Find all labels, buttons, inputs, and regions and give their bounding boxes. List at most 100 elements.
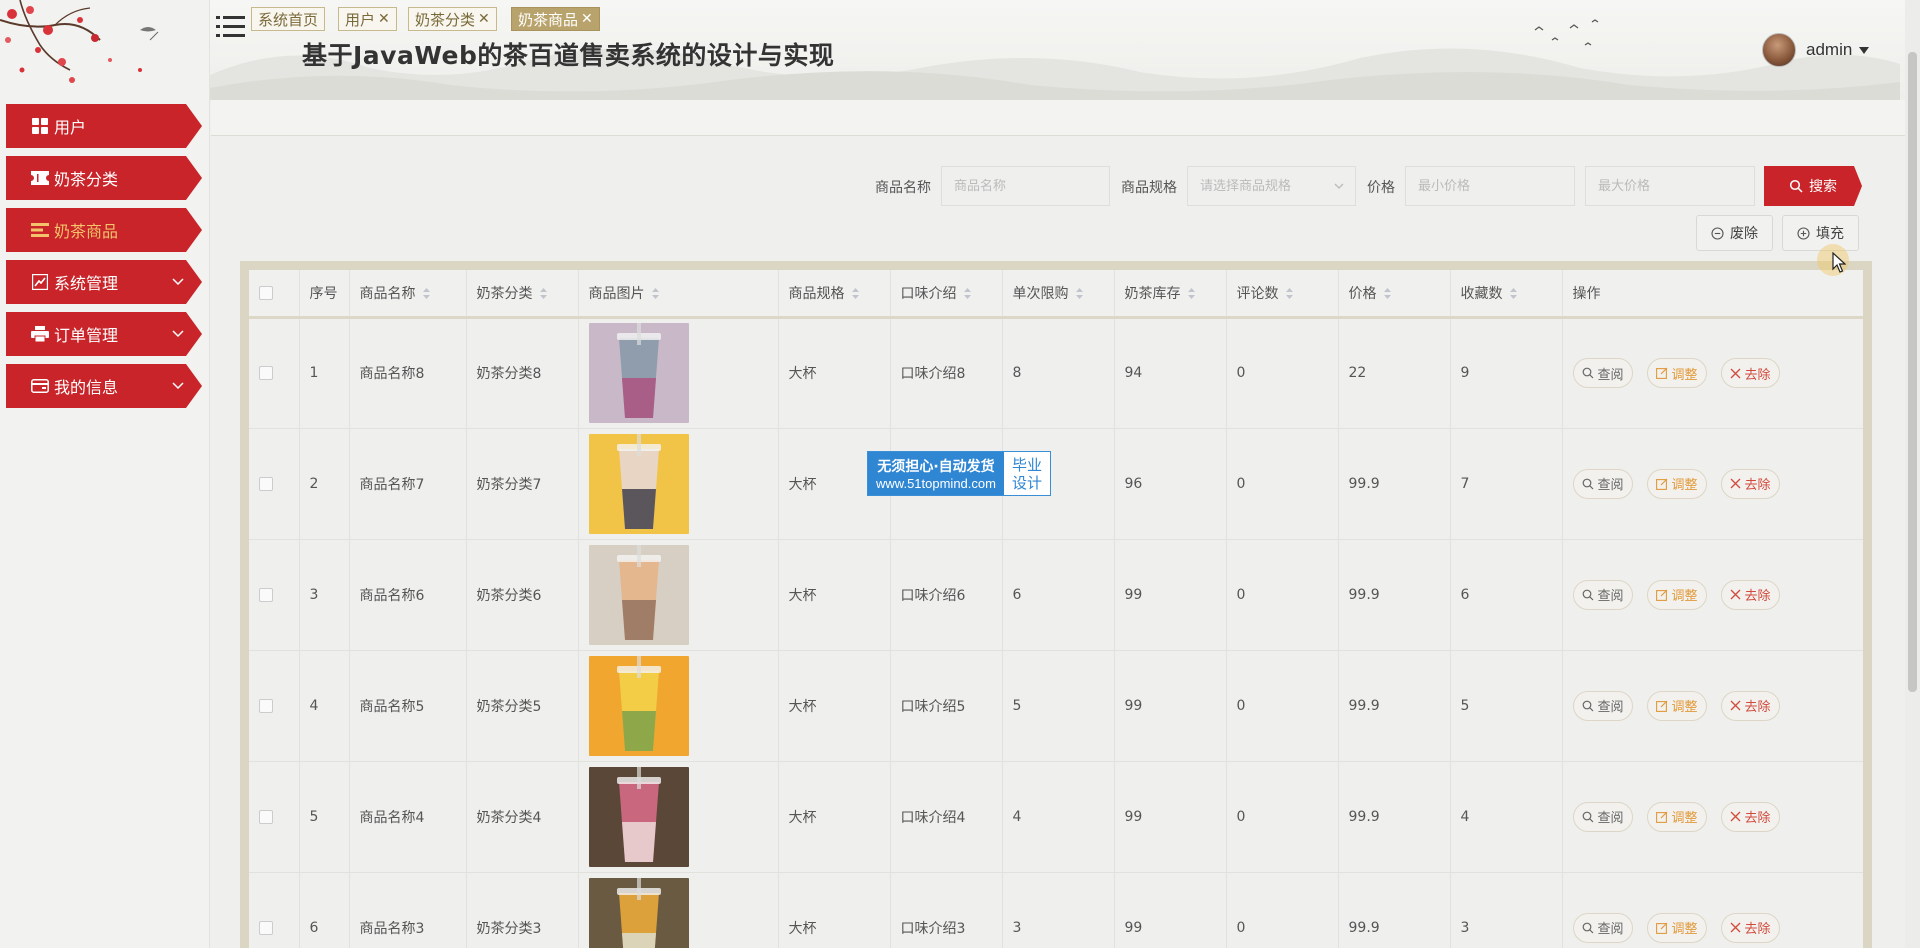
sort-icon[interactable]: [539, 287, 548, 300]
view-button[interactable]: 查阅: [1572, 358, 1633, 388]
product-image[interactable]: [588, 877, 689, 948]
sort-icon[interactable]: [651, 287, 660, 300]
delete-button[interactable]: 去除: [1720, 579, 1780, 610]
sidebar-item-my-info[interactable]: 我的信息: [6, 364, 202, 408]
product-taste-cell: 口味介绍5: [890, 650, 1003, 762]
view-button[interactable]: 查阅: [1572, 690, 1633, 721]
product-category-cell: 奶茶分类8: [466, 317, 579, 429]
sort-icon[interactable]: [1075, 287, 1084, 300]
product-image[interactable]: [588, 655, 689, 756]
user-menu[interactable]: admin: [1762, 30, 1870, 70]
edit-button[interactable]: 调整: [1646, 912, 1707, 943]
sidebar-item-label: 奶茶商品: [54, 222, 119, 241]
delete-label: 去除: [1744, 922, 1771, 937]
column-header[interactable]: 口味介绍: [890, 270, 1003, 319]
delete-button[interactable]: 去除: [1720, 801, 1780, 832]
scrollbar-thumb[interactable]: [1908, 52, 1917, 692]
column-header[interactable]: 奶茶分类: [466, 270, 579, 319]
sort-icon[interactable]: [1509, 287, 1518, 300]
select-all-checkbox[interactable]: [259, 285, 273, 300]
batch-delete-button[interactable]: 废除: [1696, 215, 1773, 251]
row-checkbox[interactable]: [259, 920, 273, 935]
view-button[interactable]: 查阅: [1572, 579, 1633, 610]
column-header[interactable]: 评论数: [1226, 270, 1339, 319]
sidebar-item-system-management[interactable]: 系统管理: [6, 260, 202, 304]
sort-icon[interactable]: [1285, 287, 1294, 300]
product-category: 奶茶分类8: [476, 366, 542, 382]
product-image[interactable]: [588, 323, 689, 423]
delete-button[interactable]: 去除: [1720, 912, 1780, 943]
view-button[interactable]: 查阅: [1572, 912, 1633, 943]
chevron-down-icon: [1334, 183, 1344, 189]
search-button[interactable]: 搜索: [1764, 166, 1862, 206]
stock: 94: [1124, 365, 1143, 381]
ticket-icon: [30, 168, 50, 188]
min-price-input[interactable]: [1405, 166, 1575, 206]
sidebar-item-milktea-products[interactable]: 奶茶商品: [6, 208, 202, 252]
edit-icon: [1655, 589, 1667, 601]
table-row: 5 商品名称4 奶茶分类4 大杯 口味介绍4 4 99 0 99.9 4 查阅 调整 去除: [249, 761, 1863, 873]
tab-milktea-products[interactable]: 奶茶商品 ✕: [511, 7, 600, 31]
product-image[interactable]: [588, 433, 689, 534]
delete-button[interactable]: 去除: [1720, 468, 1780, 499]
row-index: 3: [309, 586, 319, 603]
row-actions: 查阅 调整 去除: [1572, 468, 1864, 499]
product-spec: 大杯: [788, 366, 817, 382]
product-name: 商品名称5: [359, 698, 425, 715]
row-checkbox[interactable]: [259, 698, 273, 713]
row-index-cell: 5: [299, 761, 350, 873]
close-icon[interactable]: ✕: [478, 11, 490, 27]
search-button-label: 搜索: [1809, 179, 1837, 195]
product-image[interactable]: [588, 544, 689, 645]
delete-button[interactable]: 去除: [1720, 690, 1780, 721]
column-header[interactable]: 商品规格: [778, 270, 891, 319]
sidebar-item-users[interactable]: 用户: [6, 104, 202, 148]
sort-icon[interactable]: [422, 287, 431, 300]
product-taste: 口味介绍8: [900, 366, 966, 382]
view-button[interactable]: 查阅: [1572, 468, 1633, 499]
sidebar-item-order-management[interactable]: 订单管理: [6, 312, 202, 356]
column-header[interactable]: 价格: [1338, 270, 1451, 319]
row-checkbox[interactable]: [259, 587, 273, 602]
edit-button[interactable]: 调整: [1646, 690, 1707, 721]
row-checkbox[interactable]: [259, 366, 273, 380]
close-icon[interactable]: ✕: [378, 11, 390, 27]
delete-button[interactable]: 去除: [1720, 358, 1780, 388]
menu-toggle-icon[interactable]: [216, 14, 246, 40]
column-header[interactable]: 收藏数: [1450, 270, 1563, 319]
sidebar-item-milktea-category[interactable]: 奶茶分类: [6, 156, 202, 200]
sort-icon[interactable]: [1383, 287, 1392, 300]
column-header[interactable]: 商品名称: [349, 270, 467, 319]
add-button[interactable]: 填充: [1782, 215, 1859, 251]
view-button[interactable]: 查阅: [1572, 801, 1633, 832]
edit-button[interactable]: 调整: [1646, 468, 1707, 499]
tab-home[interactable]: 系统首页: [251, 7, 326, 31]
row-checkbox[interactable]: [259, 809, 273, 824]
column-header[interactable]: 奶茶库存: [1114, 270, 1227, 319]
sort-icon[interactable]: [1187, 287, 1196, 300]
delete-label: 去除: [1744, 589, 1771, 604]
product-name-input[interactable]: [941, 166, 1110, 206]
product-image[interactable]: [588, 766, 689, 867]
column-header[interactable]: 商品图片: [578, 270, 779, 319]
purchase-limit-cell: 5: [1002, 650, 1115, 762]
column-label: 价格: [1348, 285, 1377, 302]
sort-icon[interactable]: [851, 287, 860, 300]
row-checkbox[interactable]: [259, 476, 273, 491]
product-category: 奶茶分类4: [476, 809, 542, 826]
tab-milktea-category[interactable]: 奶茶分类 ✕: [408, 7, 497, 31]
sort-icon[interactable]: [963, 287, 972, 300]
edit-button[interactable]: 调整: [1646, 358, 1707, 388]
max-price-input[interactable]: [1585, 166, 1755, 206]
edit-button[interactable]: 调整: [1646, 579, 1707, 610]
search-icon: [1582, 367, 1593, 379]
price-cell: 99.9: [1338, 872, 1451, 948]
edit-button[interactable]: 调整: [1646, 801, 1707, 832]
product-spec-cell: 大杯: [778, 539, 891, 651]
close-icon[interactable]: ✕: [581, 11, 593, 27]
close-icon: [1730, 700, 1740, 711]
tab-users[interactable]: 用户 ✕: [338, 7, 397, 31]
column-header[interactable]: 单次限购: [1002, 270, 1115, 319]
product-spec-select[interactable]: [1187, 166, 1356, 206]
product-image-cell: [578, 317, 779, 429]
